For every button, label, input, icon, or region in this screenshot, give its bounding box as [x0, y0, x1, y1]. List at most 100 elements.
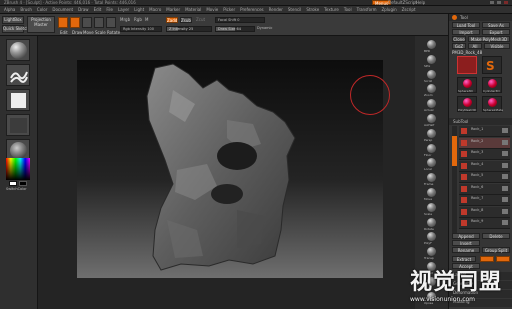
shelf-scale-button[interactable]: Scale [421, 202, 443, 216]
shelf-persp-button[interactable]: Persp [421, 128, 443, 142]
switch-color-label[interactable]: SwitchColor [6, 187, 27, 192]
subtool-scroll-thumb[interactable] [452, 136, 457, 166]
visibility-eye-icon[interactable] [502, 162, 508, 168]
shelf-polyf-button[interactable]: PolyF [421, 232, 443, 245]
secondary-color-swatch[interactable] [19, 181, 27, 186]
make-polymesh-button[interactable]: Make PolyMesh3D [468, 36, 510, 42]
simple-brush-thumbnail[interactable]: S [482, 56, 502, 74]
zsub-button[interactable]: Zsub [180, 17, 192, 23]
shelf-bpr-button[interactable]: BPR [421, 40, 443, 53]
rotate-button[interactable]: Rotate [106, 17, 120, 35]
menu-zplugin[interactable]: Zplugin [382, 7, 397, 12]
extract-toggle-b[interactable] [496, 256, 510, 262]
shelf-aahalf-button[interactable]: AAHalf [421, 114, 443, 127]
subtool-item[interactable]: Rock_2 [459, 137, 510, 149]
alpha-picker[interactable] [6, 89, 30, 111]
visibility-eye-icon[interactable] [502, 208, 508, 214]
default-zscript-button[interactable]: DefaultZScript [388, 0, 417, 5]
menu-preferences[interactable]: Preferences [240, 7, 264, 12]
subtool-header[interactable]: SubTool [449, 118, 512, 125]
document-canvas[interactable] [77, 60, 383, 278]
shelf-floor-button[interactable]: Floor [421, 143, 443, 157]
shelf-move-button[interactable]: Move [421, 188, 443, 201]
rgb-button[interactable]: Rgb [134, 17, 142, 22]
stroke-picker[interactable] [6, 64, 30, 86]
menu-macro[interactable]: Macro [149, 7, 161, 12]
menu-zscript[interactable]: Zscript [402, 7, 416, 12]
subtool-item[interactable]: Rock_4 [459, 160, 510, 172]
rock-sculpt-model[interactable] [77, 60, 383, 278]
visibility-eye-icon[interactable] [502, 139, 508, 145]
menu-layer[interactable]: Layer [118, 7, 129, 12]
minimize-icon[interactable] [490, 1, 494, 4]
rgb-intensity-slider[interactable]: Rgb Intensity 100 [120, 26, 162, 32]
quicksketch-button[interactable]: Quick Sketch [2, 25, 29, 33]
menu-file[interactable]: File [106, 7, 113, 12]
menu-render[interactable]: Render [269, 7, 283, 12]
subtool-item[interactable]: Rock_6 [459, 183, 510, 195]
visibility-eye-icon[interactable] [502, 220, 508, 225]
move-button[interactable]: Move [82, 17, 94, 35]
tool-thumbnail[interactable]: PolyMesh3D [457, 96, 477, 112]
shelf-local-button[interactable]: Local [421, 158, 443, 171]
maximize-icon[interactable] [497, 1, 501, 4]
menu-document[interactable]: Document [52, 7, 73, 12]
menu-texture[interactable]: Texture [324, 7, 339, 12]
subtool-item[interactable]: Rock_3 [459, 149, 510, 160]
all-button[interactable]: All [468, 43, 482, 49]
brush-picker[interactable] [6, 39, 30, 61]
draw-size-slider[interactable]: Draw Size 64 [215, 26, 255, 32]
texture-picker[interactable] [6, 114, 30, 136]
clone-button[interactable]: Clone [452, 36, 466, 42]
shelf-zoom-button[interactable]: Zoom [421, 84, 443, 97]
color-picker[interactable] [6, 158, 30, 180]
subtool-item[interactable]: Rock_5 [459, 172, 510, 183]
lightbox-button[interactable]: LightBox [2, 16, 24, 24]
tool-thumbnail[interactable]: Sphere3D [457, 77, 477, 93]
shelf-scroll-button[interactable]: Scroll [421, 69, 443, 83]
menu-color[interactable]: Color [37, 7, 47, 12]
visibility-eye-icon[interactable] [502, 185, 508, 191]
menu-light[interactable]: Light [134, 7, 144, 12]
accept-button[interactable]: Accept [452, 263, 480, 269]
subtool-scrollbar[interactable] [452, 126, 457, 236]
dynamic-toggle[interactable]: Dynamic [257, 26, 272, 31]
group-split-button[interactable]: Group Split [482, 247, 510, 253]
main-color-swatch[interactable] [9, 181, 17, 186]
goz-button[interactable]: GoZ [452, 43, 466, 49]
delete-button[interactable]: Delete [482, 233, 510, 239]
menu-marker[interactable]: Marker [166, 7, 180, 12]
import-button[interactable]: Import [452, 29, 480, 35]
shelf-rotate-button[interactable]: Rotate [421, 217, 443, 231]
insert-button[interactable]: Insert [452, 240, 480, 246]
close-icon[interactable] [504, 1, 508, 4]
extract-button[interactable]: Extract [452, 256, 476, 262]
edit-button[interactable]: Edit [58, 17, 68, 35]
menu-picker[interactable]: Picker [223, 7, 235, 12]
help-button[interactable]: Help [416, 0, 425, 5]
shelf-actual-button[interactable]: Actual [421, 99, 443, 112]
menu-edit[interactable]: Edit [94, 7, 102, 12]
mrgb-button[interactable]: Mrgb [120, 17, 130, 22]
subtool-item[interactable]: Rock_7 [459, 195, 510, 206]
save-as-button[interactable]: Save As [482, 22, 510, 28]
focal-shift-slider[interactable]: Focal Shift 0 [215, 17, 265, 23]
menu-transform[interactable]: Transform [357, 7, 377, 12]
shelf-transp-button[interactable]: Transp [421, 247, 443, 260]
shelf-spix-button[interactable]: SPix [421, 54, 443, 68]
z-intensity-slider[interactable]: Z Intensity 25 [166, 26, 212, 32]
append-button[interactable]: Append [452, 233, 480, 239]
subtool-item[interactable]: Rock_1 [459, 126, 510, 137]
menu-draw[interactable]: Draw [78, 7, 88, 12]
tool-thumbnail[interactable]: Cylinder3D [482, 77, 502, 93]
visibility-eye-icon[interactable] [502, 197, 508, 202]
visibility-eye-icon[interactable] [502, 174, 508, 179]
scale-button[interactable]: Scale [94, 17, 106, 35]
menu-material[interactable]: Material [185, 7, 201, 12]
load-tool-button[interactable]: Load Tool [452, 22, 480, 28]
zadd-button[interactable]: Zadd [166, 17, 178, 23]
tool-palette-header[interactable]: Tool [449, 14, 512, 21]
menu-movie[interactable]: Movie [206, 7, 218, 12]
menu-alpha[interactable]: Alpha [4, 7, 15, 12]
tool-thumbnail[interactable]: SphereInflate [482, 96, 503, 112]
